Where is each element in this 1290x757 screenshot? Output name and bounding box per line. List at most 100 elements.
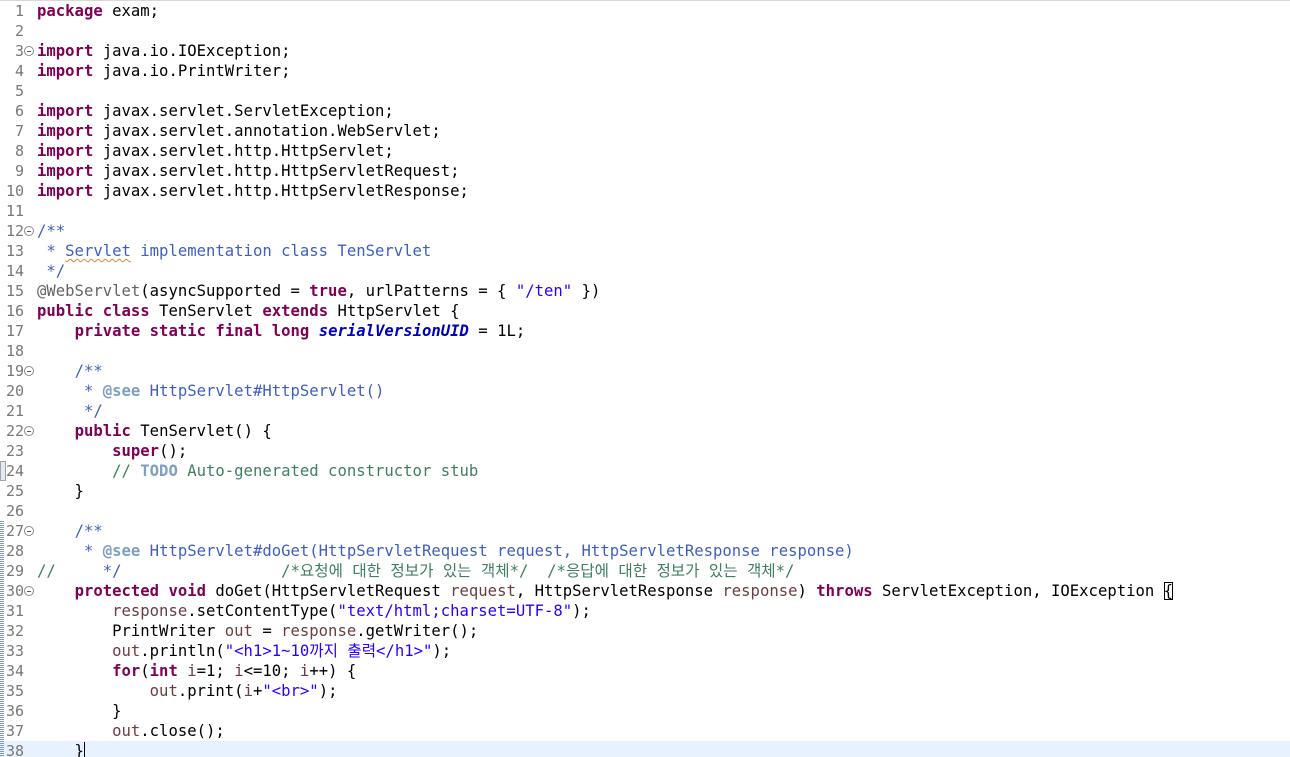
code-line[interactable]: 36 } bbox=[0, 701, 1290, 721]
code-line[interactable]: 28 * @see HttpServlet#doGet(HttpServletR… bbox=[0, 541, 1290, 561]
code-text[interactable]: // */ /*요청에 대한 정보가 있는 객체*/ /*응답에 대한 정보가 … bbox=[37, 561, 794, 581]
code-text[interactable]: /** bbox=[37, 521, 103, 541]
code-line[interactable]: 30 protected void doGet(HttpServletReque… bbox=[0, 581, 1290, 601]
code-text[interactable]: public TenServlet() { bbox=[37, 421, 272, 441]
code-text[interactable]: */ bbox=[37, 401, 103, 421]
line-gutter[interactable]: 22 bbox=[0, 421, 35, 441]
change-marker[interactable] bbox=[0, 701, 4, 721]
change-marker[interactable] bbox=[0, 541, 4, 561]
code-text[interactable]: import javax.servlet.http.HttpServletRes… bbox=[37, 181, 469, 201]
code-text[interactable]: PrintWriter out = response.getWriter(); bbox=[37, 621, 478, 641]
line-gutter[interactable]: 24 bbox=[0, 461, 35, 481]
line-gutter[interactable]: 23 bbox=[0, 441, 35, 461]
code-line[interactable]: 18 bbox=[0, 341, 1290, 361]
line-gutter[interactable]: 29 bbox=[0, 561, 35, 581]
line-gutter[interactable]: 9 bbox=[0, 161, 35, 181]
code-text[interactable]: out.close(); bbox=[37, 721, 225, 741]
fold-collapse-icon[interactable] bbox=[24, 526, 34, 536]
line-gutter[interactable]: 17 bbox=[0, 321, 35, 341]
fold-collapse-icon[interactable] bbox=[24, 366, 34, 376]
code-line[interactable]: 37 out.close(); bbox=[0, 721, 1290, 741]
line-gutter[interactable]: 19 bbox=[0, 361, 35, 381]
code-text[interactable]: import javax.servlet.ServletException; bbox=[37, 101, 394, 121]
change-marker[interactable] bbox=[0, 561, 4, 581]
line-gutter[interactable]: 35 bbox=[0, 681, 35, 701]
line-gutter[interactable]: 34 bbox=[0, 661, 35, 681]
line-gutter[interactable]: 38 bbox=[0, 741, 35, 757]
code-line[interactable]: 5 bbox=[0, 81, 1290, 101]
line-gutter[interactable]: 10 bbox=[0, 181, 35, 201]
code-line[interactable]: 19 /** bbox=[0, 361, 1290, 381]
code-line[interactable]: 13 * Servlet implementation class TenSer… bbox=[0, 241, 1290, 261]
line-gutter[interactable]: 21 bbox=[0, 401, 35, 421]
line-gutter[interactable]: 2 bbox=[0, 21, 35, 41]
change-marker[interactable] bbox=[0, 721, 4, 741]
code-line[interactable]: 35 out.print(i+"<br>"); bbox=[0, 681, 1290, 701]
code-line[interactable]: 22 public TenServlet() { bbox=[0, 421, 1290, 441]
line-gutter[interactable]: 13 bbox=[0, 241, 35, 261]
code-line[interactable]: 11 bbox=[0, 201, 1290, 221]
code-line[interactable]: 9 import javax.servlet.http.HttpServletRe… bbox=[0, 161, 1290, 181]
code-text[interactable]: import javax.servlet.http.HttpServletReq… bbox=[37, 161, 460, 181]
code-line[interactable]: 26 bbox=[0, 501, 1290, 521]
code-text[interactable]: response.setContentType("text/html;chars… bbox=[37, 601, 591, 621]
code-line[interactable]: 14 */ bbox=[0, 261, 1290, 281]
fold-collapse-icon[interactable] bbox=[24, 426, 34, 436]
line-gutter[interactable]: 37 bbox=[0, 721, 35, 741]
code-line[interactable]: 3 import java.io.IOException; bbox=[0, 41, 1290, 61]
code-text[interactable]: * @see HttpServlet#doGet(HttpServletRequ… bbox=[37, 541, 854, 561]
fold-collapse-icon[interactable] bbox=[24, 586, 34, 596]
line-gutter[interactable]: 12 bbox=[0, 221, 35, 241]
change-marker[interactable] bbox=[0, 601, 4, 621]
line-gutter[interactable]: 30 bbox=[0, 581, 35, 601]
code-text[interactable]: import java.io.IOException; bbox=[37, 41, 291, 61]
line-gutter[interactable]: 27 bbox=[0, 521, 35, 541]
change-marker[interactable] bbox=[0, 661, 4, 681]
line-gutter[interactable]: 25 bbox=[0, 481, 35, 501]
code-line[interactable]: 12 /** bbox=[0, 221, 1290, 241]
change-marker[interactable] bbox=[0, 581, 4, 601]
code-line[interactable]: 1 package exam; bbox=[0, 1, 1290, 21]
code-line[interactable]: 31 response.setContentType("text/html;ch… bbox=[0, 601, 1290, 621]
code-line[interactable]: 20 * @see HttpServlet#HttpServlet() bbox=[0, 381, 1290, 401]
code-text[interactable]: * Servlet implementation class TenServle… bbox=[37, 241, 431, 261]
code-line[interactable]: 27 /** bbox=[0, 521, 1290, 541]
code-text[interactable]: out.println("<h1>1~10까지 출력</h1>"); bbox=[37, 641, 451, 661]
line-gutter[interactable]: 3 bbox=[0, 41, 35, 61]
code-line[interactable]: 34 for(int i=1; i<=10; i++) { bbox=[0, 661, 1290, 681]
code-line[interactable]: 8 import javax.servlet.http.HttpServlet; bbox=[0, 141, 1290, 161]
line-gutter[interactable]: 32 bbox=[0, 621, 35, 641]
line-gutter[interactable]: 26 bbox=[0, 501, 35, 521]
code-line[interactable]: 32 PrintWriter out = response.getWriter(… bbox=[0, 621, 1290, 641]
line-gutter[interactable]: 33 bbox=[0, 641, 35, 661]
fold-collapse-icon[interactable] bbox=[24, 46, 34, 56]
code-text[interactable]: @WebServlet(asyncSupported = true, urlPa… bbox=[37, 281, 600, 301]
code-line[interactable]: 6 import javax.servlet.ServletException; bbox=[0, 101, 1290, 121]
code-text[interactable]: import java.io.PrintWriter; bbox=[37, 61, 291, 81]
line-gutter[interactable]: 5 bbox=[0, 81, 35, 101]
code-text[interactable]: out.print(i+"<br>"); bbox=[37, 681, 338, 701]
line-gutter[interactable]: 11 bbox=[0, 201, 35, 221]
code-line[interactable]: 24 // TODO Auto-generated constructor st… bbox=[0, 461, 1290, 481]
change-marker[interactable] bbox=[0, 521, 4, 541]
line-gutter[interactable]: 28 bbox=[0, 541, 35, 561]
code-line[interactable]: 29 // */ /*요청에 대한 정보가 있는 객체*/ /*응답에 대한 정보… bbox=[0, 561, 1290, 581]
code-line[interactable]: 23 super(); bbox=[0, 441, 1290, 461]
code-line[interactable]: 25 } bbox=[0, 481, 1290, 501]
code-text[interactable]: // TODO Auto-generated constructor stub bbox=[37, 461, 478, 481]
code-text[interactable]: private static final long serialVersionU… bbox=[37, 321, 526, 341]
code-text[interactable]: } bbox=[37, 481, 84, 501]
code-text[interactable]: /** bbox=[37, 221, 65, 241]
line-gutter[interactable]: 20 bbox=[0, 381, 35, 401]
code-text[interactable]: } bbox=[37, 701, 121, 721]
code-text[interactable]: package exam; bbox=[37, 1, 159, 21]
code-line[interactable]: 33 out.println("<h1>1~10까지 출력</h1>"); bbox=[0, 641, 1290, 661]
line-gutter[interactable]: 31 bbox=[0, 601, 35, 621]
code-text[interactable]: import javax.servlet.http.HttpServlet; bbox=[37, 141, 394, 161]
code-text[interactable]: * @see HttpServlet#HttpServlet() bbox=[37, 381, 384, 401]
code-text[interactable]: super(); bbox=[37, 441, 187, 461]
change-marker[interactable] bbox=[0, 741, 4, 757]
line-gutter[interactable]: 14 bbox=[0, 261, 35, 281]
code-text[interactable]: import javax.servlet.annotation.WebServl… bbox=[37, 121, 441, 141]
fold-collapse-icon[interactable] bbox=[24, 226, 34, 236]
